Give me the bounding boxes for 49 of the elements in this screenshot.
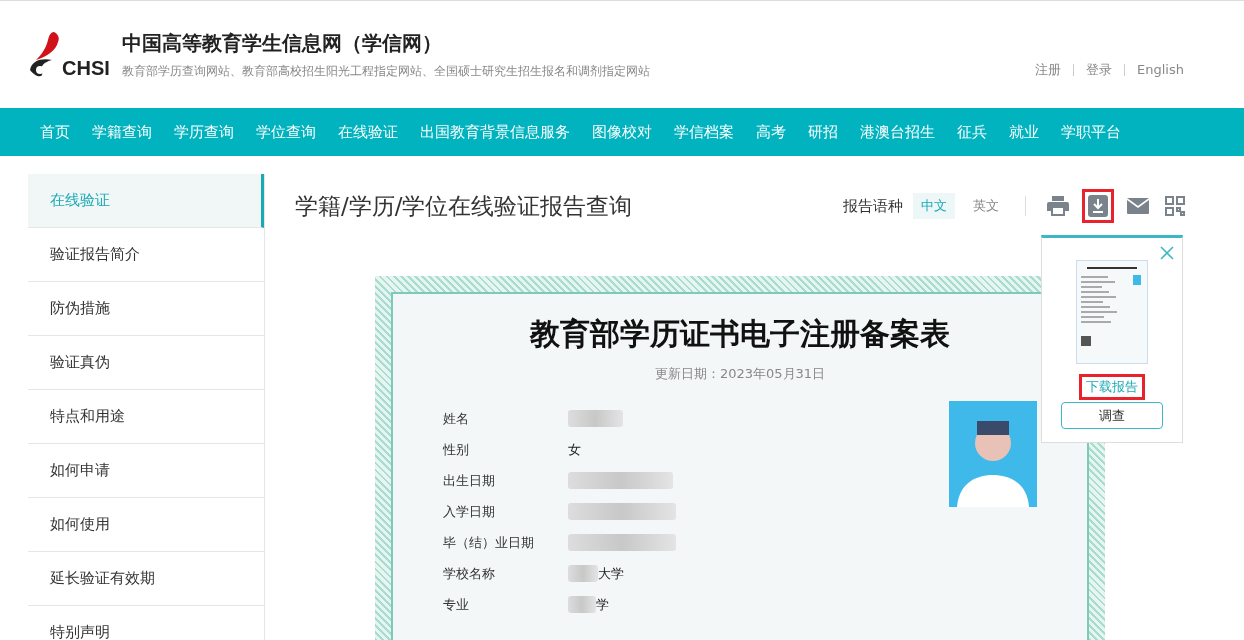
nav-link[interactable]: 学历查询 (174, 122, 234, 142)
field-value: 大学 (598, 564, 624, 583)
field-value: 学 (596, 595, 609, 614)
sidebar-item[interactable]: 特点和用途 (28, 390, 264, 444)
header-link[interactable]: 注册 (1035, 60, 1062, 79)
sidebar-item[interactable]: 验证真伪 (28, 336, 264, 390)
page-title: 学籍/学历/学位在线验证报告查询 (295, 191, 633, 221)
sidebar-item[interactable]: 特别声明 (28, 606, 264, 640)
sidebar-item[interactable]: 防伪措施 (28, 282, 264, 336)
field-label: 学校名称 (443, 564, 496, 583)
nav-link[interactable]: 在线验证 (338, 122, 398, 142)
field-label: 专业 (443, 595, 470, 614)
field-label: 毕（结）业日期 (443, 533, 535, 552)
nav-link[interactable]: 图像校对 (592, 122, 652, 142)
site-title: 中国高等教育学生信息网（学信网） (121, 29, 443, 57)
download-icon[interactable] (1088, 195, 1108, 217)
field-label: 出生日期 (443, 471, 496, 490)
language-tab[interactable]: 英文 (965, 193, 1007, 219)
nav-link[interactable]: 研招 (808, 122, 838, 142)
sidebar-item[interactable]: 延长验证有效期 (28, 552, 264, 606)
header-link[interactable]: English (1137, 62, 1184, 77)
nav-link[interactable]: 港澳台招生 (860, 122, 935, 142)
field-label: 入学日期 (443, 502, 496, 521)
close-icon[interactable] (1160, 246, 1174, 260)
sidebar-item[interactable]: 验证报告简介 (28, 228, 264, 282)
nav-link[interactable]: 出国教育背景信息服务 (420, 122, 570, 142)
nav-link[interactable]: 首页 (40, 122, 70, 142)
nav-link[interactable]: 学籍查询 (92, 122, 152, 142)
nav-link[interactable]: 高考 (756, 122, 786, 142)
logo-text: CHSI (62, 56, 110, 80)
sidebar-item[interactable]: 在线验证 (28, 174, 264, 228)
nav-link[interactable]: 就业 (1009, 122, 1039, 142)
nav-link[interactable]: 征兵 (957, 122, 987, 142)
field-label: 姓名 (443, 409, 470, 428)
nav-link[interactable]: 学信档案 (674, 122, 734, 142)
header-link[interactable]: 登录 (1086, 60, 1113, 79)
site-subtitle: 教育部学历查询网站、教育部高校招生阳光工程指定网站、全国硕士研究生招生报名和调剂指定网站 (121, 62, 650, 80)
nav-link[interactable]: 学职平台 (1061, 122, 1121, 142)
field-label: 性别 (443, 440, 470, 459)
field-value: 女 (568, 440, 581, 459)
certificate-title: 教育部学历证书电子注册备案表 (528, 315, 951, 353)
sidebar-item[interactable]: 如何使用 (28, 498, 264, 552)
language-label: 报告语种 (843, 196, 903, 216)
download-report-link[interactable]: 下载报告 (1079, 374, 1145, 400)
survey-button[interactable]: 调查 (1061, 402, 1163, 429)
update-date: 更新日期：2023年05月31日 (653, 365, 827, 383)
sidebar-item[interactable]: 如何申请 (28, 444, 264, 498)
language-tab[interactable]: 中文 (913, 193, 955, 219)
nav-link[interactable]: 学位查询 (256, 122, 316, 142)
